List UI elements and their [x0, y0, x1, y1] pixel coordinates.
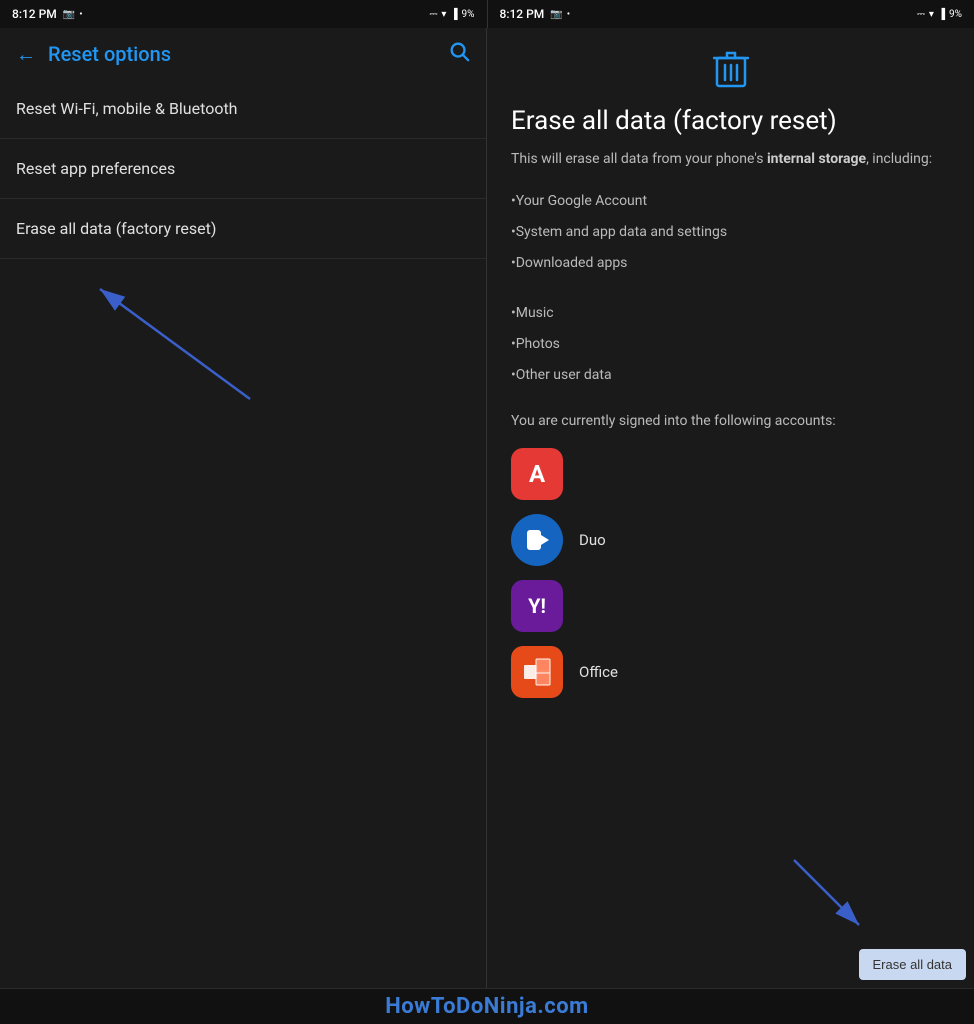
- left-status-bar: 8:12 PM 📷 • ⎓ ▾ ▐ 9%: [0, 0, 487, 28]
- bluetooth-icon-left: ⎓: [429, 9, 437, 20]
- bullet-downloaded-apps: •Downloaded apps: [511, 248, 950, 279]
- bullet-photos: •Photos: [511, 329, 950, 360]
- app-row-yahoo: Y!: [511, 580, 950, 632]
- factory-reset-title: Erase all data (factory reset): [511, 106, 950, 136]
- menu-item-wifi[interactable]: Reset Wi-Fi, mobile & Bluetooth: [0, 79, 486, 139]
- status-bars: 8:12 PM 📷 • ⎓ ▾ ▐ 9% 8:12 PM 📷 • ⎓ ▾ ▐ 9…: [0, 0, 974, 28]
- search-button[interactable]: [448, 40, 470, 67]
- back-button[interactable]: ←: [16, 44, 36, 64]
- desc-end: , including:: [866, 151, 932, 167]
- trash-icon-container: [511, 48, 950, 94]
- left-arrow-annotation: [0, 259, 486, 988]
- accounts-text: You are currently signed into the follow…: [511, 411, 950, 432]
- duo-icon-svg: [523, 526, 551, 554]
- battery-left: 9%: [462, 9, 475, 20]
- camera-icon-right: 📷: [550, 9, 562, 20]
- duo-icon: [511, 514, 563, 566]
- dot-icon-right: •: [567, 9, 570, 20]
- menu-item-factory-reset[interactable]: Erase all data (factory reset): [0, 199, 486, 259]
- annotation-arrow-right: [764, 850, 884, 940]
- adobe-icon-letter: A: [529, 460, 545, 488]
- main-content: ← Reset options Reset Wi-Fi, mobile & Bl…: [0, 28, 974, 988]
- page-title: Reset options: [48, 42, 436, 66]
- bottom-bar: HowToDoNinja.com: [0, 988, 974, 1024]
- toolbar: ← Reset options: [0, 28, 486, 79]
- erase-all-data-button[interactable]: Erase all data: [859, 949, 967, 980]
- app-row-adobe: A: [511, 448, 950, 500]
- right-status-bar: 8:12 PM 📷 • ⎓ ▾ ▐ 9%: [487, 0, 974, 28]
- right-time: 8:12 PM: [500, 7, 545, 21]
- bullet-other-user-data: •Other user data: [511, 360, 950, 391]
- annotation-arrow-left: [80, 279, 300, 419]
- camera-icon-left: 📷: [63, 9, 75, 20]
- right-status-icons: 📷 •: [550, 9, 570, 20]
- factory-reset-description: This will erase all data from your phone…: [511, 148, 950, 170]
- trash-icon: [713, 48, 749, 90]
- left-status-icons: 📷 •: [63, 9, 83, 20]
- office-label: Office: [579, 663, 618, 681]
- office-icon: [511, 646, 563, 698]
- menu-item-app-prefs-label: Reset app preferences: [16, 159, 175, 178]
- left-time: 8:12 PM: [12, 7, 57, 21]
- bluetooth-icon-right: ⎓: [917, 9, 925, 20]
- app-row-duo: Duo: [511, 514, 950, 566]
- menu-item-wifi-label: Reset Wi-Fi, mobile & Bluetooth: [16, 99, 237, 118]
- app-row-office: Office: [511, 646, 950, 698]
- left-panel: ← Reset options Reset Wi-Fi, mobile & Bl…: [0, 28, 487, 988]
- signal-icon-right: ▐: [938, 9, 945, 20]
- signal-icon-left: ▐: [450, 9, 457, 20]
- dot-icon-left: •: [79, 9, 82, 20]
- battery-right: 9%: [949, 9, 962, 20]
- bullet-music: •Music: [511, 298, 950, 329]
- yahoo-icon-letter: Y!: [528, 594, 546, 618]
- desc-normal: This will erase all data from your phone…: [511, 151, 767, 167]
- adobe-icon: A: [511, 448, 563, 500]
- erase-button-area: Erase all data: [851, 941, 974, 988]
- office-icon-svg: [522, 657, 552, 687]
- right-panel[interactable]: Erase all data (factory reset) This will…: [487, 28, 974, 988]
- desc-bold: internal storage: [767, 151, 866, 167]
- yahoo-icon: Y!: [511, 580, 563, 632]
- left-status-right-icons: ⎓ ▾ ▐ 9%: [429, 9, 474, 20]
- duo-label: Duo: [579, 531, 606, 549]
- right-status-right-icons: ⎓ ▾ ▐ 9%: [917, 9, 962, 20]
- wifi-icon-right: ▾: [929, 9, 934, 20]
- watermark-text: HowToDoNinja.com: [385, 994, 589, 1019]
- wifi-icon-left: ▾: [441, 9, 446, 20]
- bullet-google-account: •Your Google Account: [511, 186, 950, 217]
- menu-item-app-prefs[interactable]: Reset app preferences: [0, 139, 486, 199]
- menu-item-factory-reset-label: Erase all data (factory reset): [16, 219, 216, 238]
- bullet-system-data: •System and app data and settings: [511, 217, 950, 248]
